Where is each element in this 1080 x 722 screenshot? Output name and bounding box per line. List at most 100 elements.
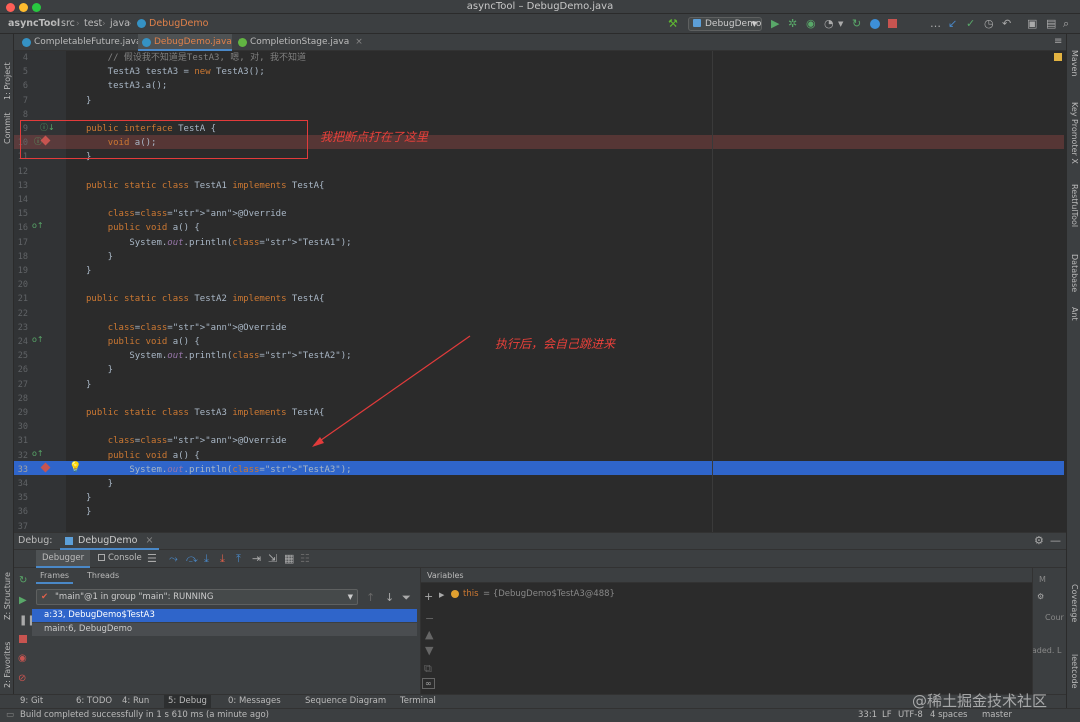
mute-breakpoints-icon[interactable]: ⊘ (18, 673, 26, 684)
restful-tool-tab[interactable]: RestfulTool (1070, 184, 1079, 227)
tab-list-icon[interactable]: ≡ (1054, 36, 1062, 47)
variables-title: Variables (427, 571, 464, 580)
caret-position[interactable]: 33:1 (858, 709, 877, 722)
frame-item[interactable]: main:6, DebugDemo (32, 623, 417, 636)
add-watch-icon[interactable]: + (424, 590, 433, 603)
project-structure-icon[interactable]: ▣ (1027, 18, 1037, 30)
stop-debug-icon[interactable] (19, 635, 27, 643)
code-editor[interactable]: 4 // 假设我不知道是TestA3, 嗯, 对, 我不知道 5 TestA3 t… (14, 51, 1066, 532)
tool-tab-messages[interactable]: 0: Messages (228, 695, 281, 708)
frames-pane: Frames Threads ✔ "main"@1 in group "main… (32, 568, 417, 695)
status-icon: ▭ (6, 710, 15, 720)
drop-frame-icon[interactable]: ⇥ (252, 552, 261, 565)
filter-icon[interactable]: ⏷ (402, 591, 411, 605)
history-icon[interactable]: ◷ (984, 18, 994, 30)
breadcrumb-class[interactable]: DebugDemo (149, 14, 208, 34)
ant-tool-tab[interactable]: Ant (1070, 307, 1079, 321)
project-tool-tab[interactable]: 1: Project (3, 40, 12, 100)
more-icon[interactable]: … (930, 18, 941, 30)
update-icon[interactable] (870, 19, 880, 29)
infinity-icon[interactable]: ∞ (422, 678, 435, 689)
class-icon (22, 38, 31, 47)
coverage-icon[interactable]: ◉ (806, 18, 816, 30)
zoom-window-button[interactable] (32, 3, 41, 12)
tab-frames[interactable]: Frames (36, 571, 74, 584)
close-window-button[interactable] (6, 3, 15, 12)
tab-debugdemo[interactable]: DebugDemo.java× (138, 34, 245, 51)
gear-icon[interactable]: ⚙ (1037, 592, 1044, 601)
more-run-icon[interactable]: ▼ (838, 18, 843, 30)
force-step-into-icon[interactable]: ⤓ (220, 552, 225, 566)
vcs-commit-icon[interactable]: ✓ (966, 18, 975, 30)
copy-icon: ⧉ (424, 662, 432, 675)
status-message[interactable]: Build completed successfully in 1 s 610 … (20, 709, 269, 722)
debug-icon[interactable]: ✲ (788, 18, 797, 30)
tool-tab-terminal[interactable]: Terminal (400, 695, 436, 708)
tab-completablefuture[interactable]: CompletableFuture.java× (18, 34, 155, 51)
tool-tab-git[interactable]: 9: Git (20, 695, 43, 708)
inspection-status-icon[interactable] (1054, 53, 1062, 61)
list-icon[interactable]: ☰ (147, 552, 157, 565)
tool-tab-todo[interactable]: 6: TODO (76, 695, 112, 708)
resume-icon[interactable]: ▶ (19, 595, 27, 606)
commit-tool-tab[interactable]: Commit (3, 104, 12, 144)
minimize-window-button[interactable] (19, 3, 28, 12)
tab-completionstage[interactable]: CompletionStage.java × (234, 34, 363, 51)
debug-tool-window: Debug: DebugDemo × ⚙ — Debugger Console ☰… (14, 532, 1066, 695)
thread-check-icon: ✔ (41, 592, 49, 602)
vcs-update-icon[interactable]: ↙ (948, 18, 957, 30)
breadcrumb-test[interactable]: test (84, 14, 102, 34)
run-configuration-select[interactable]: DebugDemo ▼ (688, 17, 762, 31)
frame-item[interactable]: a:33, DebugDemo$TestA3 (32, 609, 417, 622)
tool-tab-debug[interactable]: 5: Debug (164, 695, 211, 708)
close-icon[interactable]: × (355, 37, 363, 47)
up-icon: ▲ (425, 628, 434, 641)
breadcrumb-src[interactable]: src (61, 14, 75, 34)
rollback-icon[interactable]: ↶ (1002, 18, 1011, 30)
view-breakpoints-icon[interactable]: ◉ (18, 653, 27, 664)
search-icon[interactable]: ⌕ (1063, 18, 1069, 30)
trace-icon: ☷ (300, 552, 310, 565)
step-into-icon[interactable]: ⤓ (204, 552, 209, 566)
evaluate-icon[interactable]: ▦ (284, 552, 294, 565)
debug-label: Debug: (18, 535, 53, 546)
rerun-icon[interactable]: ↻ (852, 18, 861, 30)
tab-console[interactable]: Console (98, 553, 142, 563)
tool-tab-run[interactable]: 4: Run (122, 695, 149, 708)
variable-name[interactable]: this (463, 589, 479, 599)
thread-select[interactable]: ✔ "main"@1 in group "main": RUNNING ▼ (36, 589, 358, 605)
rerun-debug-icon[interactable]: ↻ (19, 575, 27, 586)
layout-icon[interactable]: ▤ (1046, 18, 1056, 30)
gear-icon[interactable]: ⚙ (1034, 534, 1044, 547)
remove-watch-icon: − (425, 612, 435, 625)
tool-window-bar: 9: Git 6: TODO 4: Run 5: Debug 0: Messag… (0, 694, 1066, 708)
step-out-icon[interactable]: ⤒ (236, 552, 241, 566)
step-over-icon[interactable]: ⤼ (186, 552, 198, 566)
watermark: @稀土掘金技术社区 (912, 692, 1048, 710)
hide-icon[interactable]: — (1050, 534, 1061, 547)
tab-label: CompletionStage.java (250, 37, 350, 47)
leetcode-tool-tab[interactable]: leetcode (1070, 654, 1079, 689)
variable-value: = {DebugDemo$TestA3@488} (483, 589, 615, 599)
database-tool-tab[interactable]: Database (1070, 254, 1079, 292)
tab-debugger[interactable]: Debugger (36, 550, 91, 568)
maven-tool-tab[interactable]: Maven (1070, 50, 1079, 77)
build-icon[interactable]: ⚒ (668, 18, 678, 30)
coverage-tool-tab[interactable]: Coverage (1070, 584, 1079, 622)
stop-icon[interactable] (888, 19, 897, 28)
line-separator[interactable]: LF (882, 709, 892, 722)
tab-threads[interactable]: Threads (87, 571, 119, 580)
run-icon[interactable]: ▶ (771, 18, 779, 30)
breadcrumb-java[interactable]: java (110, 14, 130, 34)
profile-icon[interactable]: ◔ (824, 18, 834, 30)
tool-tab-sequence[interactable]: Sequence Diagram (305, 695, 386, 708)
tab-debug-session[interactable]: DebugDemo × (60, 533, 160, 550)
show-execution-point-icon[interactable]: ⤳ (169, 552, 178, 566)
expand-icon[interactable]: ▶ (439, 591, 444, 599)
key-promoter-tool-tab[interactable]: Key Promoter X (1070, 102, 1079, 164)
structure-tool-tab[interactable]: Z: Structure (3, 566, 12, 620)
favorites-tool-tab[interactable]: 2: Favorites (3, 634, 12, 688)
move-down-icon[interactable]: ↓ (385, 591, 394, 604)
run-to-cursor-icon[interactable]: ⇲ (268, 552, 277, 565)
move-up-icon[interactable]: ↑ (366, 591, 375, 604)
